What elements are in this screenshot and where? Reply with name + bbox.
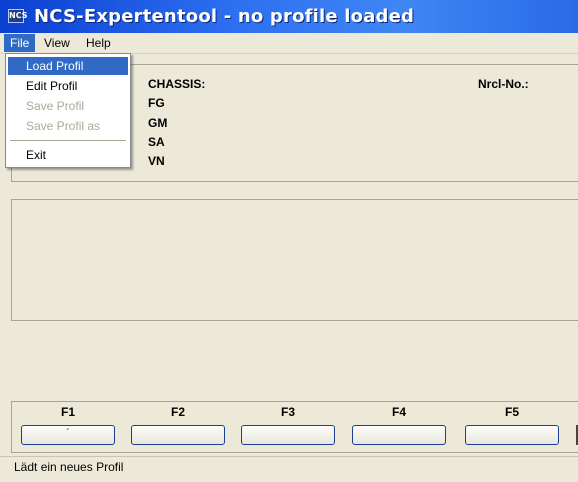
menu-item-edit-profil[interactable]: Edit Profil	[8, 77, 128, 95]
gm-label: GM	[148, 116, 168, 130]
menu-item-save-profil: Save Profil	[26, 99, 85, 113]
f3-button[interactable]	[241, 425, 335, 445]
f2-label: F2	[170, 405, 185, 419]
file-menu-dropdown: Load Profil Edit Profil Save Profil Save…	[5, 53, 131, 168]
menu-item-save-profil-as: Save Profil as	[26, 119, 101, 133]
f4-button[interactable]	[352, 425, 446, 445]
vn-label: VN	[148, 154, 165, 168]
menu-item-load-profil[interactable]: Load Profil	[8, 57, 128, 75]
sa-label: SA	[148, 135, 165, 149]
nrcl-no-label: Nrcl-No.:	[478, 77, 529, 91]
menu-help[interactable]: Help	[80, 34, 117, 52]
window-title: NCS-Expertentool - no profile loaded	[34, 6, 415, 27]
f4-label: F4	[391, 405, 406, 419]
f1-button[interactable]: ´	[21, 425, 115, 445]
app-icon[interactable]: NCS	[8, 9, 27, 23]
title-bar[interactable]: NCS NCS-Expertentool - no profile loaded	[0, 0, 578, 33]
chassis-label: CHASSIS:	[148, 77, 206, 91]
f1-label: F1	[60, 405, 75, 419]
f2-button[interactable]	[131, 425, 225, 445]
status-bar: Lädt ein neues Profil	[0, 456, 578, 482]
output-panel	[11, 199, 578, 321]
menu-bar: File View Help	[0, 33, 578, 54]
menu-file[interactable]: File	[4, 34, 36, 52]
f5-button[interactable]	[465, 425, 559, 445]
menu-item-exit[interactable]: Exit	[8, 146, 128, 164]
menu-view[interactable]: View	[38, 34, 76, 52]
f5-label: F5	[504, 405, 519, 419]
menu-separator	[10, 140, 126, 141]
f3-label: F3	[280, 405, 295, 419]
fg-label: FG	[148, 96, 165, 110]
status-text: Lädt ein neues Profil	[14, 460, 124, 474]
